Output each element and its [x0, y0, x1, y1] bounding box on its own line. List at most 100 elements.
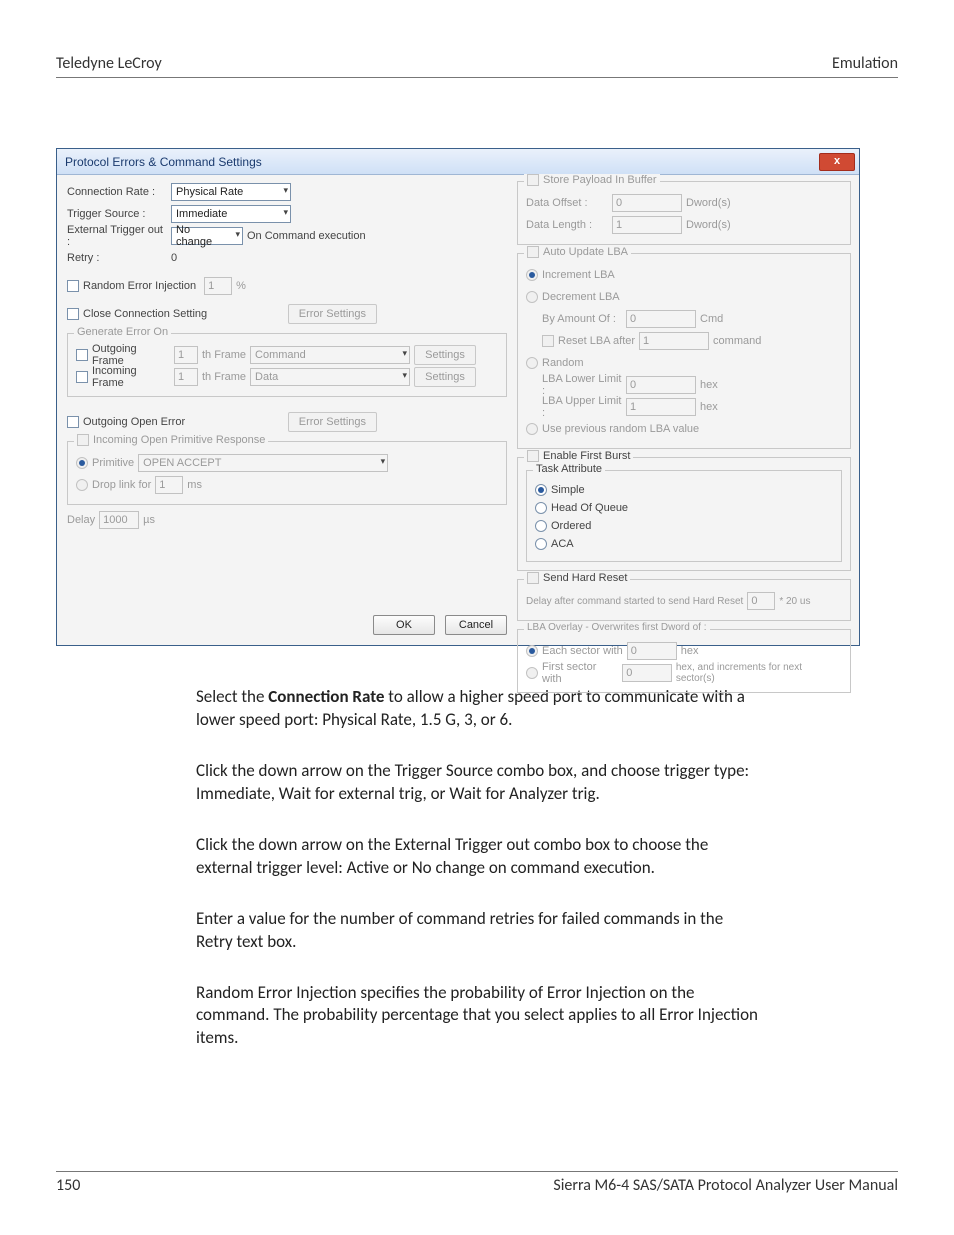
data-offset-unit: Dword(s) [686, 197, 731, 209]
primitive-label: Primitive [92, 457, 134, 469]
ordered-radio[interactable] [535, 520, 547, 532]
hard-reset-delay-input[interactable]: 0 [747, 592, 775, 610]
data-offset-input[interactable]: 0 [612, 194, 682, 212]
drop-link-input[interactable]: 1 [155, 476, 183, 494]
trigger-source-combo[interactable]: Immediate [171, 205, 291, 223]
increment-lba-label: Increment LBA [542, 269, 615, 281]
page-number: 150 [56, 1176, 80, 1195]
random-error-checkbox[interactable] [67, 280, 79, 292]
incoming-settings-button[interactable]: Settings [414, 367, 476, 387]
outgoing-open-error-checkbox[interactable] [67, 416, 79, 428]
connection-rate-label: Connection Rate : [67, 186, 167, 198]
use-prev-label: Use previous random LBA value [542, 423, 699, 435]
external-trigger-combo[interactable]: No change [171, 227, 243, 245]
incoming-frame-num[interactable]: 1 [174, 368, 198, 386]
lba-upper-label: LBA Upper Limit : [526, 395, 622, 419]
use-prev-radio[interactable] [526, 423, 538, 435]
each-sector-unit: hex [681, 645, 699, 657]
close-connection-label: Close Connection Setting [83, 308, 207, 320]
increment-lba-radio[interactable] [526, 269, 538, 281]
first-sector-radio[interactable] [526, 667, 538, 679]
each-sector-radio[interactable] [526, 645, 538, 657]
th-frame-2: th Frame [202, 371, 246, 383]
incoming-frame-combo[interactable]: Data [250, 368, 410, 386]
lba-lower-input[interactable]: 0 [626, 376, 696, 394]
first-sector-suffix: hex, and increments for next sector(s) [676, 662, 842, 684]
outgoing-frame-num[interactable]: 1 [174, 346, 198, 364]
para-trigger-source: Click the down arrow on the Trigger Sour… [196, 760, 758, 806]
decrement-lba-radio[interactable] [526, 291, 538, 303]
store-payload-group: Store Payload In Buffer Data Offset : 0 … [517, 181, 851, 245]
task-attribute-group: Task Attribute Simple Head Of Queue Orde… [526, 470, 842, 562]
lba-lower-unit: hex [700, 379, 718, 391]
each-sector-label: Each sector with [542, 645, 623, 657]
external-trigger-label: External Trigger out : [67, 224, 167, 248]
header-left: Teledyne LeCroy [56, 54, 162, 73]
error-settings-button-2[interactable]: Error Settings [288, 412, 377, 432]
th-frame-1: th Frame [202, 349, 246, 361]
outgoing-frame-checkbox[interactable] [76, 349, 88, 361]
incoming-open-response-checkbox[interactable] [77, 434, 89, 446]
send-hard-reset-group: Send Hard Reset Delay after command star… [517, 579, 851, 621]
dialog-screenshot: Protocol Errors & Command Settings x Con… [56, 148, 860, 646]
para1-pre: Select the [196, 686, 268, 707]
header-right: Emulation [832, 54, 898, 73]
header-rule [56, 77, 898, 78]
by-amount-input[interactable]: 0 [626, 310, 696, 328]
head-of-queue-radio[interactable] [535, 502, 547, 514]
auto-update-lba-checkbox[interactable] [527, 246, 539, 258]
retry-value: 0 [171, 252, 211, 264]
store-payload-checkbox[interactable] [527, 174, 539, 186]
incoming-open-response-group: Incoming Open Primitive Response Primiti… [67, 441, 507, 505]
aca-radio[interactable] [535, 538, 547, 550]
enable-first-burst-caption: Enable First Burst [543, 450, 630, 462]
para-random-error: Random Error Injection specifies the pro… [196, 982, 758, 1051]
drop-link-label: Drop link for [92, 479, 151, 491]
random-radio[interactable] [526, 357, 538, 369]
reset-lba-label: Reset LBA after [558, 335, 635, 347]
send-hard-reset-checkbox[interactable] [527, 572, 539, 584]
data-length-label: Data Length : [526, 219, 608, 231]
data-length-input[interactable]: 1 [612, 216, 682, 234]
error-settings-button-1[interactable]: Error Settings [288, 304, 377, 324]
drop-link-radio[interactable] [76, 479, 88, 491]
primitive-radio[interactable] [76, 457, 88, 469]
reset-lba-checkbox[interactable] [542, 335, 554, 347]
store-payload-caption: Store Payload In Buffer [543, 174, 657, 186]
random-error-input[interactable]: 1 [204, 277, 232, 295]
simple-radio[interactable] [535, 484, 547, 496]
delay-unit: µs [143, 514, 155, 526]
lba-lower-label: LBA Lower Limit : [526, 373, 622, 397]
reset-lba-unit: command [713, 335, 761, 347]
simple-label: Simple [551, 484, 585, 496]
reset-lba-input[interactable]: 1 [639, 332, 709, 350]
outgoing-frame-combo[interactable]: Command [250, 346, 410, 364]
auto-update-lba-group: Auto Update LBA Increment LBA Decrement … [517, 253, 851, 449]
primitive-combo[interactable]: OPEN ACCEPT [138, 454, 388, 472]
outgoing-frame-label: Outgoing Frame [92, 343, 170, 367]
retry-label: Retry : [67, 252, 167, 264]
each-sector-input[interactable]: 0 [627, 642, 677, 660]
para-external-trigger: Click the down arrow on the External Tri… [196, 834, 758, 880]
footer-right: Sierra M6-4 SAS/SATA Protocol Analyzer U… [553, 1176, 898, 1195]
close-icon[interactable]: x [819, 153, 855, 171]
random-error-label: Random Error Injection [83, 280, 196, 292]
generate-error-group: Generate Error On Outgoing Frame 1 th Fr… [67, 333, 507, 397]
delay-input[interactable]: 1000 [99, 511, 139, 529]
close-connection-checkbox[interactable] [67, 308, 79, 320]
outgoing-open-error-label: Outgoing Open Error [83, 416, 185, 428]
enable-first-burst-checkbox[interactable] [527, 450, 539, 462]
lba-upper-input[interactable]: 1 [626, 398, 696, 416]
cancel-button[interactable]: Cancel [445, 615, 507, 635]
lba-overlay-caption: LBA Overlay - Overwrites first Dword of … [527, 622, 707, 633]
decrement-lba-label: Decrement LBA [542, 291, 620, 303]
by-amount-label: By Amount Of : [526, 313, 622, 325]
first-sector-input[interactable]: 0 [622, 664, 672, 682]
connection-rate-combo[interactable]: Physical Rate [171, 183, 291, 201]
incoming-frame-checkbox[interactable] [76, 371, 88, 383]
ok-button[interactable]: OK [373, 615, 435, 635]
external-trigger-suffix: On Command execution [247, 230, 366, 242]
enable-first-burst-group: Enable First Burst Task Attribute Simple… [517, 457, 851, 571]
outgoing-settings-button[interactable]: Settings [414, 345, 476, 365]
ordered-label: Ordered [551, 520, 591, 532]
